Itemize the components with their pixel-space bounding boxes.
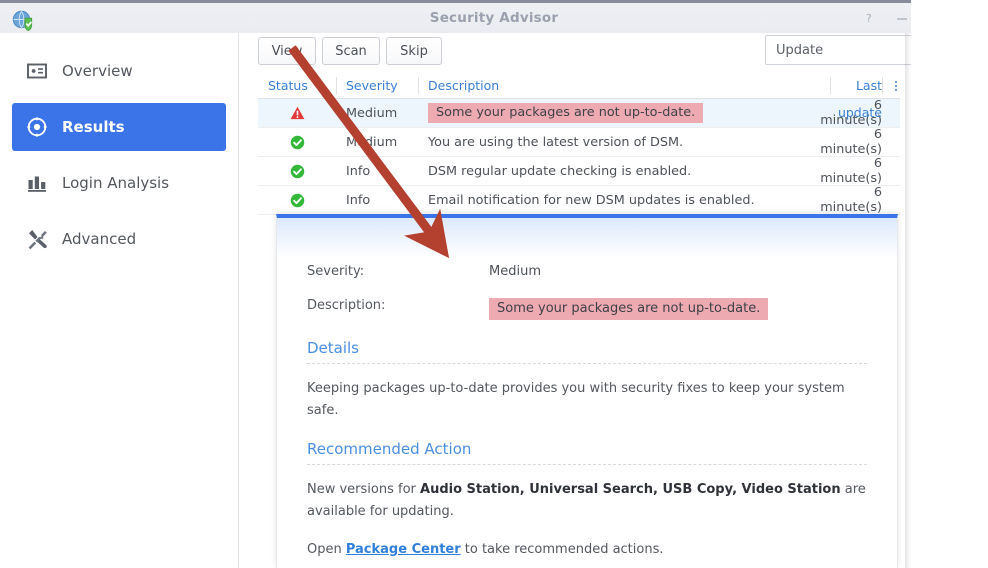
row-description: DSM regular update checking is enabled. (428, 163, 692, 179)
sidebar-item-login-analysis[interactable]: Login Analysis (12, 159, 226, 207)
row-description: You are using the latest version of DSM. (428, 134, 684, 150)
table-row[interactable]: Info DSM regular update checking is enab… (258, 156, 900, 186)
table-header: Status Severity Description Last update (258, 72, 900, 120)
row-severity: Info (346, 192, 371, 208)
check-circle-icon (258, 128, 336, 157)
recommended-action-text: New versions for Audio Station, Universa… (307, 479, 867, 523)
recommended-action-section-title: Recommended Action (307, 440, 472, 458)
detail-severity-row: Severity: Medium (307, 264, 867, 279)
help-button[interactable]: ? (854, 3, 886, 33)
detail-severity-value: Medium (489, 264, 541, 279)
sort-asc-icon (316, 82, 325, 88)
skip-button[interactable]: Skip (386, 37, 442, 65)
sidebar-item-label: Results (62, 118, 125, 136)
warning-icon (258, 99, 336, 128)
target-icon (26, 116, 48, 138)
sidebar-item-label: Advanced (62, 230, 137, 248)
detail-panel-body: Severity: Medium Description: Some your … (277, 218, 897, 561)
bar-chart-icon (26, 172, 48, 194)
row-description: Some your packages are not up-to-date. (418, 99, 830, 128)
toolbar: View Scan Skip Update (240, 33, 969, 72)
column-header-last-update[interactable]: Last update (830, 72, 882, 120)
row-last-update: 6 minute(s) (820, 156, 883, 186)
row-last-update: 6 minute(s) (820, 185, 883, 215)
row-severity: Medium (346, 105, 398, 121)
table-row[interactable]: Medium Some your packages are not up-to-… (258, 98, 900, 128)
table-row[interactable]: Info Email notification for new DSM upda… (258, 185, 900, 215)
sidebar-item-label: Overview (62, 62, 133, 80)
sidebar-item-results[interactable]: Results (12, 103, 226, 151)
window-title: Security Advisor (429, 10, 559, 26)
sidebar-item-advanced[interactable]: Advanced (12, 215, 226, 263)
sidebar-item-overview[interactable]: Overview (12, 47, 226, 95)
security-advisor-window: Security Advisor ? Overview Results Logi… (0, 0, 988, 568)
row-severity: Medium (346, 134, 398, 150)
detail-panel: Severity: Medium Description: Some your … (276, 214, 898, 568)
window-titlebar: Security Advisor ? (0, 0, 988, 33)
detail-description-row: Description: Some your packages are not … (307, 298, 867, 320)
filter-dropdown-value: Update (776, 42, 824, 58)
results-table: Status Severity Description Last update (258, 72, 900, 215)
open-prefix: Open (307, 542, 346, 557)
tools-icon (26, 228, 48, 250)
column-header-description[interactable]: Description (418, 72, 830, 99)
check-circle-icon (258, 186, 336, 215)
row-description-text: Some your packages are not up-to-date. (428, 103, 704, 123)
details-section-text: Keeping packages up-to-date provides you… (307, 381, 845, 418)
row-description: Email notification for new DSM updates i… (428, 192, 755, 208)
row-spacer (882, 186, 900, 215)
sidebar-item-label: Login Analysis (62, 174, 170, 192)
view-button[interactable]: View (258, 37, 316, 65)
detail-description-value: Some your packages are not up-to-date. (489, 298, 769, 320)
column-header-status[interactable]: Status (258, 72, 336, 99)
detail-description-label: Description: (307, 298, 386, 313)
action-packages: Audio Station, Universal Search, USB Cop… (420, 482, 841, 497)
id-card-icon (26, 60, 48, 82)
details-section-title: Details (307, 339, 360, 357)
row-spacer (882, 128, 900, 157)
action-prefix: New versions for (307, 482, 421, 497)
scan-button[interactable]: Scan (322, 37, 380, 65)
detail-severity-label: Severity: (307, 264, 365, 279)
table-row[interactable]: Medium You are using the latest version … (258, 127, 900, 157)
svg-text:?: ? (866, 12, 872, 24)
row-spacer (882, 99, 900, 128)
check-circle-icon (258, 157, 336, 186)
open-suffix: to take recommended actions. (460, 542, 664, 557)
open-package-center-text: Open Package Center to take recommended … (307, 539, 867, 561)
column-header-severity[interactable]: Severity (336, 72, 418, 99)
row-last-update: 6 minute(s) (820, 127, 883, 157)
column-header-label: Status (268, 77, 308, 93)
row-spacer (882, 157, 900, 186)
outer-right-area (911, 0, 988, 568)
package-center-link[interactable]: Package Center (346, 542, 461, 557)
sidebar: Overview Results Login Analysis Advanced (0, 33, 239, 568)
kebab-menu-icon[interactable] (882, 72, 900, 99)
details-section-divider (307, 363, 867, 364)
recommended-action-section-divider (307, 464, 867, 465)
row-severity: Info (346, 163, 371, 179)
